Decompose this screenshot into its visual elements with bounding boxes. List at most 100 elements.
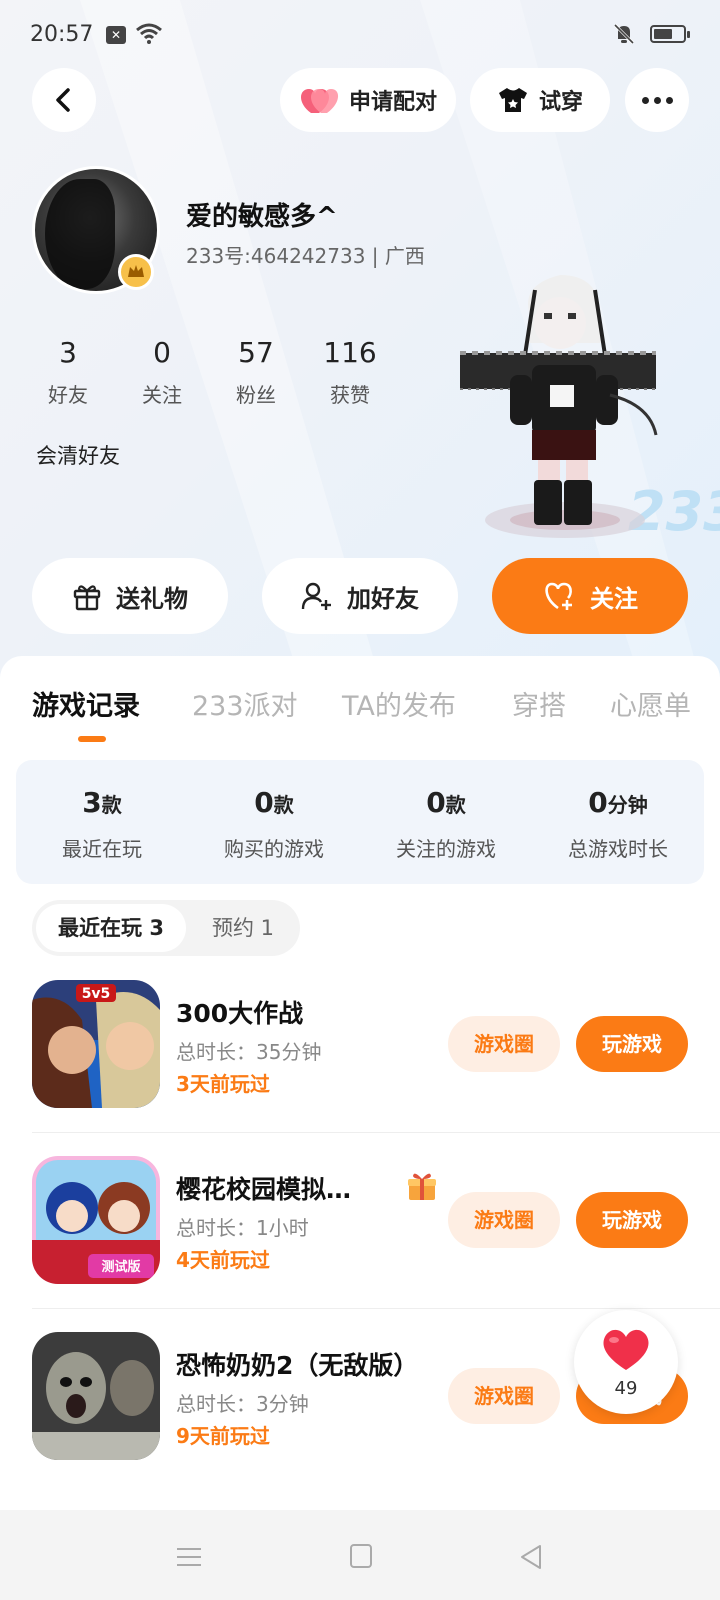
stat-following[interactable]: 0 关注 [122,336,202,408]
back-triangle-icon[interactable] [518,1544,544,1570]
status-time: 20:57 [30,22,94,47]
game-icon-300: 5v5 [32,980,160,1108]
summary-purchased[interactable]: 0款 购买的游戏 [188,786,360,862]
divider [32,1132,720,1133]
wifi-icon [136,23,162,44]
tab-ta-posts[interactable]: TA的发布 [342,684,456,723]
mute-icon [613,23,635,45]
send-gift-label: 送礼物 [116,584,188,613]
crown-badge [118,254,154,290]
last-played: 9天前玩过 [176,1424,270,1448]
summary-unit: 分钟 [607,793,648,817]
stat-value: 0 [153,336,171,369]
stat-value: 116 [323,336,377,369]
game-duration: 总时长：1小时 [176,1216,309,1240]
tab-bar: 游戏记录 233派对 TA的发布 穿搭 心愿单 [0,684,720,724]
notification-icon: ✕ [106,26,126,44]
subtab-reserved[interactable]: 预约 1 [198,904,288,952]
stat-label: 获赞 [330,383,370,407]
back-button[interactable] [32,68,96,132]
summary-unit: 款 [101,793,122,817]
gift-box-icon[interactable] [406,1170,438,1202]
tab-233-party[interactable]: 233派对 [192,684,298,723]
stat-label: 好友 [48,383,88,407]
try-on-label: 试穿 [538,90,583,115]
double-heart-icon [300,89,339,113]
home-square-icon[interactable] [350,1544,372,1568]
icon-badge-text: 测试版 [101,1259,140,1275]
stat-label: 粉丝 [236,383,276,407]
game-name: 300大作战 [176,999,304,1028]
game-row[interactable]: 5v5 300大作战 总时长：35分钟 3天前玩过 游戏圈 玩游戏 [32,980,720,1110]
stat-fans[interactable]: 57 粉丝 [216,336,296,408]
apply-pair-label: 申请配对 [348,90,437,115]
battery-icon [650,25,690,43]
game-icon-sakura: 测试版 [32,1156,160,1284]
more-dot [641,96,649,104]
add-friend-label: 加好友 [347,584,419,613]
game-name: 樱花校园模拟… [176,1175,352,1204]
3d-avatar-figure[interactable] [460,265,700,555]
game-icon-granny [32,1332,160,1460]
summary-total-time[interactable]: 0分钟 总游戏时长 [532,786,704,862]
stat-value: 3 [59,336,77,369]
heart-plus-icon [545,582,572,610]
last-played: 4天前玩过 [176,1248,270,1272]
game-circle-button[interactable]: 游戏圈 [448,1192,560,1248]
game-duration: 总时长：3分钟 [176,1392,309,1416]
add-user-icon [301,582,331,610]
summary-unit: 款 [445,793,466,817]
play-game-button[interactable]: 玩游戏 [576,1192,688,1248]
summary-value: 0 [426,786,446,819]
tab-game-records[interactable]: 游戏记录 [32,684,140,723]
summary-recent[interactable]: 3款 最近在玩 [16,786,188,862]
divider [32,1308,720,1309]
more-dot [665,96,673,104]
stat-label: 关注 [142,383,182,407]
add-friend-button[interactable]: 加好友 [262,558,458,634]
game-duration: 总时长：35分钟 [176,1040,322,1064]
summary-label: 关注的游戏 [396,837,496,861]
summary-label: 最近在玩 [62,837,142,861]
sub-tab-switch: 最近在玩 3 预约 1 [32,900,300,956]
subtab-recent[interactable]: 最近在玩 3 [36,904,186,952]
game-summary: 3款 最近在玩 0款 购买的游戏 0款 关注的游戏 0分钟 总游戏时长 [16,760,704,884]
last-played: 3天前玩过 [176,1072,270,1096]
user-bio: 会清好友 [36,444,120,468]
heart-icon [603,1329,649,1370]
game-row[interactable]: 测试版 樱花校园模拟… 总时长：1小时 4天前玩过 游戏圈 玩游戏 [32,1156,720,1286]
icon-badge-text: 5v5 [82,986,111,1002]
chevron-left-icon [56,88,70,112]
try-on-button[interactable]: 试穿 [470,68,610,132]
summary-value: 3 [82,786,102,819]
profile-header: 20:57 ✕ 申请配对 试穿 爱的敏感多^ 233号:464242733 | … [0,0,720,680]
summary-label: 总游戏时长 [568,837,668,861]
send-gift-button[interactable]: 送礼物 [32,558,228,634]
menu-icon[interactable] [176,1546,202,1568]
tab-outfits[interactable]: 穿搭 [512,684,566,723]
follow-label: 关注 [590,584,638,613]
status-bar: 20:57 ✕ [0,0,720,70]
floating-like-button[interactable]: 49 [574,1310,678,1414]
follow-button[interactable]: 关注 [492,558,688,634]
gift-icon [73,585,101,611]
summary-value: 0 [254,786,274,819]
more-options-button[interactable] [625,68,689,132]
crown-icon [128,265,144,277]
like-count: 49 [614,1378,638,1399]
summary-label: 购买的游戏 [224,837,324,861]
tab-wishlist[interactable]: 心愿单 [610,684,691,723]
summary-followed[interactable]: 0款 关注的游戏 [360,786,532,862]
stat-likes[interactable]: 116 获赞 [310,336,390,408]
summary-unit: 款 [273,793,294,817]
shirt-icon [498,88,527,112]
game-circle-button[interactable]: 游戏圈 [448,1016,560,1072]
game-name: 恐怖奶奶2（无敌版） [176,1351,419,1380]
user-id-location: 233号:464242733 | 广西 [186,244,425,268]
game-circle-button[interactable]: 游戏圈 [448,1368,560,1424]
play-game-button[interactable]: 玩游戏 [576,1016,688,1072]
summary-value: 0 [588,786,608,819]
stat-friends[interactable]: 3 好友 [28,336,108,408]
apply-pair-button[interactable]: 申请配对 [280,68,456,132]
more-dot [653,96,661,104]
